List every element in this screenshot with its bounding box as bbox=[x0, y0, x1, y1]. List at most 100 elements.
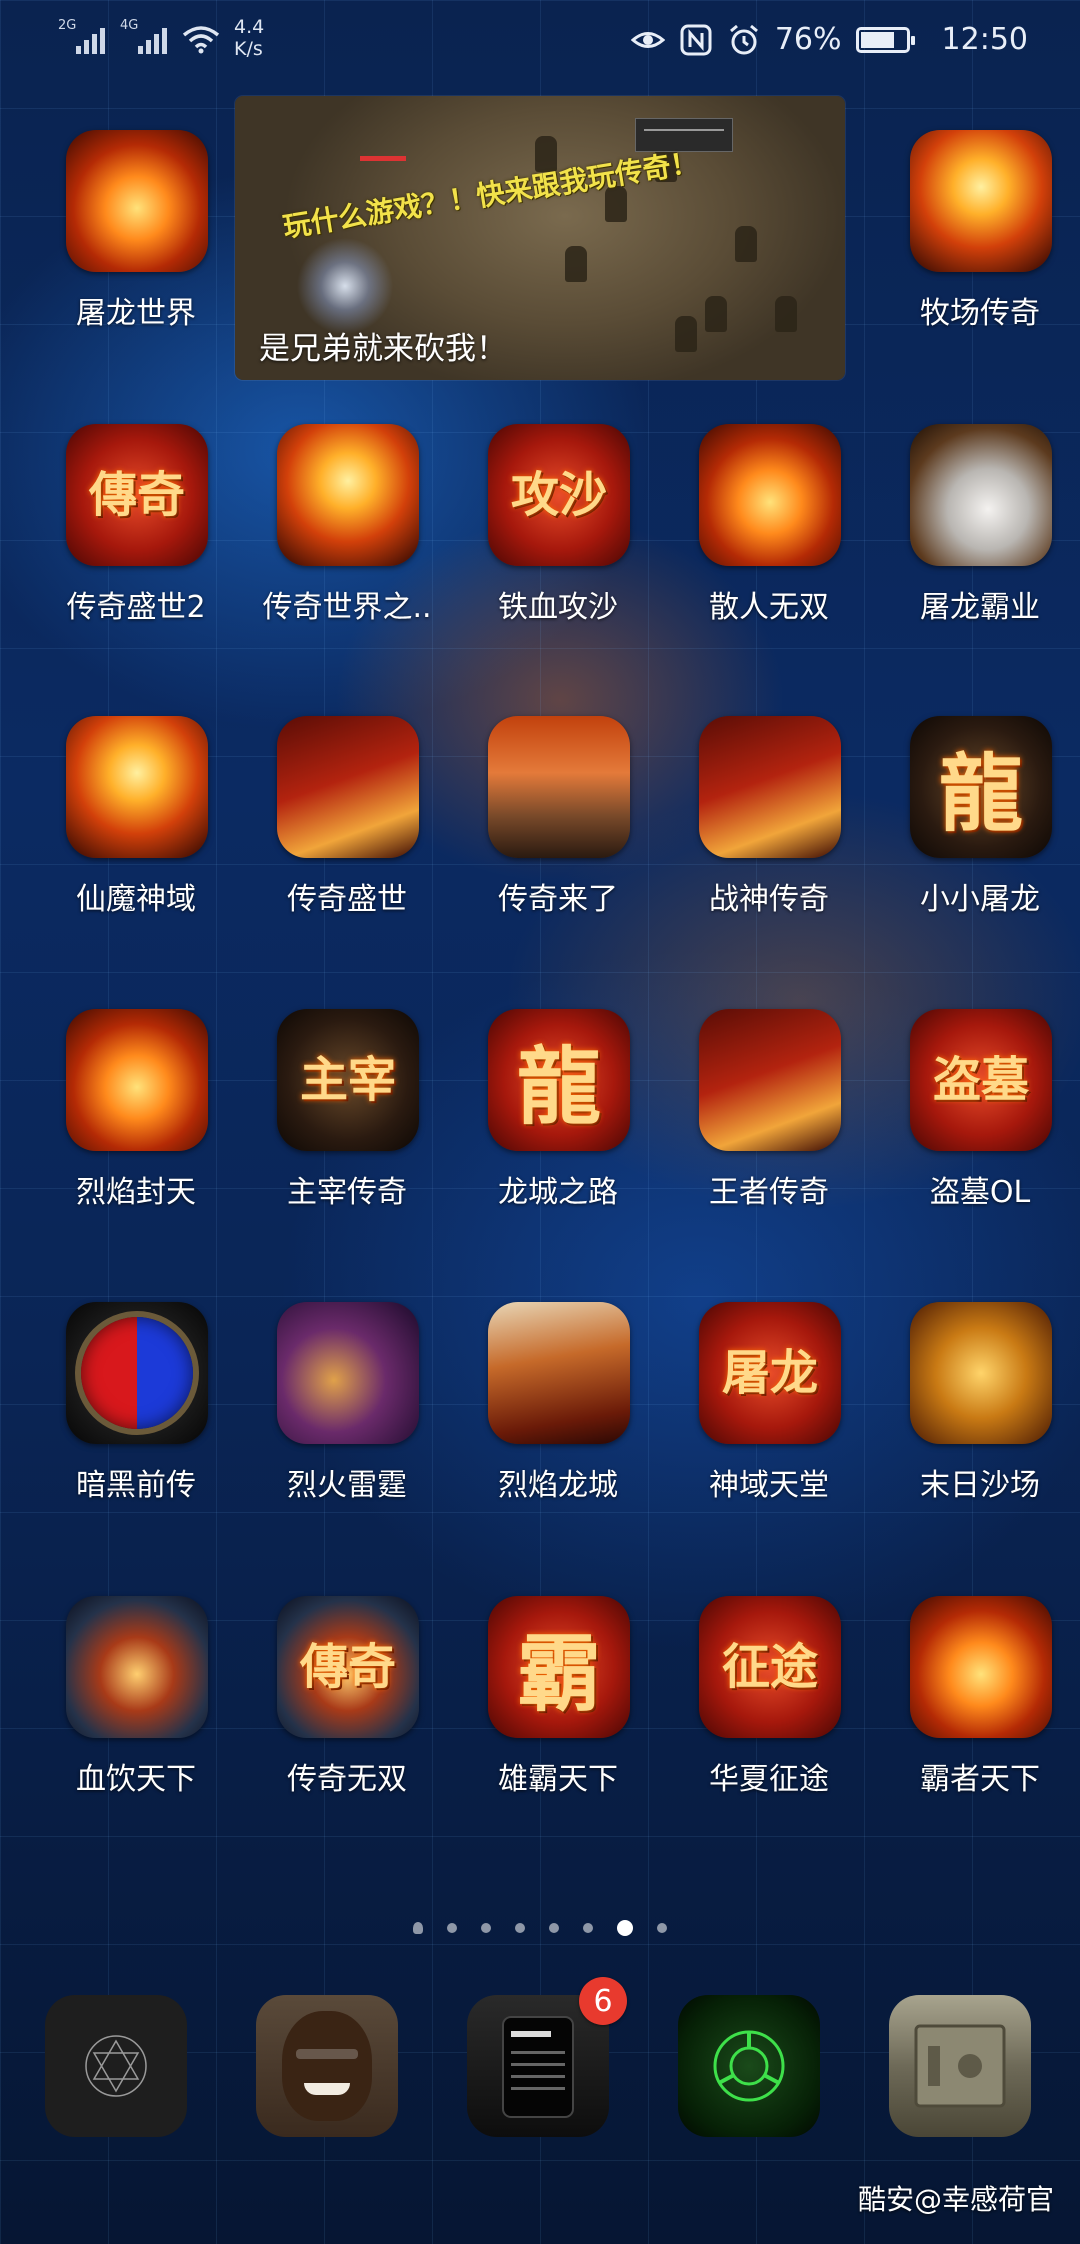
app-icon[interactable]: 霸者天下 bbox=[885, 1596, 1075, 1836]
app-icon-image: 主宰 bbox=[277, 1009, 419, 1151]
app-label: 牧场传奇 bbox=[920, 296, 1040, 331]
battery-icon bbox=[855, 26, 915, 53]
app-icon[interactable]: 末日沙场 bbox=[885, 1302, 1075, 1542]
page-dot[interactable] bbox=[617, 1920, 633, 1936]
app-icon-image: 征途 bbox=[699, 1596, 841, 1738]
app-icon[interactable]: 烈焰封天 bbox=[41, 1009, 231, 1249]
app-icon-image: 龍 bbox=[488, 1009, 630, 1151]
app-icon-image: 攻沙 bbox=[488, 424, 630, 566]
app-label: 龙城之路 bbox=[498, 1175, 618, 1210]
app-icon-image bbox=[66, 130, 208, 272]
app-icon[interactable]: 盗墓盗墓OL bbox=[885, 1009, 1075, 1249]
network-speed-unit: K/s bbox=[234, 38, 263, 60]
app-icon-image bbox=[277, 716, 419, 858]
app-icon-glyph: 龍 bbox=[516, 1036, 601, 1136]
app-icon[interactable]: 战神传奇 bbox=[674, 716, 864, 956]
app-icon[interactable]: 攻沙 铁血攻沙 bbox=[463, 424, 653, 664]
page-dot[interactable] bbox=[515, 1923, 525, 1933]
dock-app-4[interactable] bbox=[678, 1995, 820, 2137]
app-icon-image: 霸 bbox=[488, 1596, 630, 1738]
app-icon[interactable]: 主宰 主宰传奇 bbox=[252, 1009, 442, 1249]
app-icon-image: 盗墓 bbox=[910, 1009, 1052, 1151]
app-icon[interactable]: 傳奇 传奇无双 bbox=[252, 1596, 442, 1836]
app-label: 盗墓OL bbox=[929, 1175, 1031, 1210]
app-label: 屠龙霸业 bbox=[920, 590, 1040, 625]
app-label: 仙魔神域 bbox=[76, 882, 196, 917]
app-icon[interactable]: 龍龙城之路 bbox=[463, 1009, 653, 1249]
dock-app-5[interactable] bbox=[889, 1995, 1031, 2137]
app-label: 屠龙世界 bbox=[76, 296, 196, 331]
app-icon[interactable]: 仙魔神域 bbox=[41, 716, 231, 956]
game-ad-widget[interactable]: 玩什么游戏？！快来跟我玩传奇！ 是兄弟就来砍我！ bbox=[235, 96, 845, 380]
wifi-icon bbox=[182, 26, 220, 54]
app-icon[interactable]: 征途 华夏征途 bbox=[674, 1596, 864, 1836]
page-dot[interactable] bbox=[549, 1923, 559, 1933]
app-icon-image: 傳奇 bbox=[277, 1596, 419, 1738]
home-page-dot[interactable] bbox=[413, 1922, 423, 1934]
app-icon[interactable]: 传奇世界之.. bbox=[252, 424, 442, 664]
app-icon-image bbox=[66, 716, 208, 858]
app-icon-glyph: 龍 bbox=[938, 743, 1023, 843]
network-speed: 4.4 K/s bbox=[234, 16, 264, 60]
page-dot[interactable] bbox=[481, 1923, 491, 1933]
home-screen: 2G 4G 4.4 K/s 76% 12:50 玩什么游戏？！快来跟我玩传奇！ … bbox=[0, 0, 1080, 2244]
signal-strength-icon: 2G bbox=[58, 18, 110, 58]
app-icon-glyph: 傳奇 bbox=[88, 467, 185, 523]
network-speed-value: 4.4 bbox=[234, 16, 265, 38]
app-icon[interactable]: 屠龙霸业 bbox=[885, 424, 1075, 664]
dock-app-3[interactable]: 6 bbox=[467, 1977, 627, 2137]
app-icon[interactable]: 传奇盛世 bbox=[252, 716, 442, 956]
app-label: 铁血攻沙 bbox=[498, 590, 618, 625]
app-icon-image bbox=[66, 1302, 208, 1444]
app-icon-glyph: 盗墓 bbox=[932, 1052, 1029, 1108]
app-label: 王者传奇 bbox=[709, 1175, 829, 1210]
network-type-label: 2G bbox=[58, 18, 77, 33]
dock-app-2[interactable] bbox=[256, 1995, 398, 2137]
app-icon[interactable]: 烈火雷霆 bbox=[252, 1302, 442, 1542]
page-dot[interactable] bbox=[583, 1923, 593, 1933]
app-icon-glyph: 傳奇 bbox=[299, 1639, 396, 1695]
battery-percent: 76% bbox=[774, 22, 842, 57]
app-label: 主宰传奇 bbox=[287, 1175, 407, 1210]
app-icon-image bbox=[66, 1596, 208, 1738]
dock-app-1[interactable] bbox=[45, 1995, 187, 2137]
app-icon-glyph: 主宰 bbox=[299, 1052, 396, 1108]
app-label: 血饮天下 bbox=[76, 1762, 196, 1797]
battery-level-fill bbox=[860, 31, 894, 48]
app-icon[interactable]: 传奇来了 bbox=[463, 716, 653, 956]
app-icon-glyph: 霸 bbox=[516, 1623, 601, 1723]
app-label: 战神传奇 bbox=[709, 882, 829, 917]
app-label: 烈焰龙城 bbox=[498, 1468, 618, 1503]
watermark: 酷安@幸感荷官 bbox=[857, 2183, 1054, 2216]
alarm-icon bbox=[729, 24, 758, 54]
app-icon-image bbox=[488, 716, 630, 858]
app-label: 传奇盛世2 bbox=[66, 590, 206, 625]
page-dot[interactable] bbox=[657, 1923, 667, 1933]
app-icon[interactable]: 龍小小屠龙 bbox=[885, 716, 1075, 956]
app-icon[interactable]: 傳奇传奇盛世2 bbox=[41, 424, 231, 664]
page-dot[interactable] bbox=[447, 1923, 457, 1933]
app-icon-image bbox=[488, 1302, 630, 1444]
app-label: 末日沙场 bbox=[920, 1468, 1040, 1503]
status-bar: 2G 4G 4.4 K/s 76% 12:50 bbox=[0, 0, 1080, 80]
app-icon[interactable]: 王者传奇 bbox=[674, 1009, 864, 1249]
app-label: 暗黑前传 bbox=[76, 1468, 196, 1503]
app-icon[interactable]: 屠龙世界 bbox=[41, 130, 231, 370]
app-icon[interactable]: 暗黑前传 bbox=[41, 1302, 231, 1542]
hp-bar bbox=[360, 156, 406, 161]
app-label: 烈焰封天 bbox=[76, 1175, 196, 1210]
portrait-icon bbox=[282, 2011, 372, 2121]
app-icon[interactable]: 屠龙 神域天堂 bbox=[674, 1302, 864, 1542]
scp-emblem-icon bbox=[713, 2030, 785, 2102]
app-icon[interactable]: 牧场传奇 bbox=[885, 130, 1075, 370]
app-icon[interactable]: 烈焰龙城 bbox=[463, 1302, 653, 1542]
page-indicator[interactable] bbox=[0, 1920, 1080, 1936]
app-label: 霸者天下 bbox=[920, 1762, 1040, 1797]
app-icon-image: 龍 bbox=[910, 716, 1052, 858]
nfc-icon bbox=[680, 24, 712, 55]
app-icon-glyph: 攻沙 bbox=[510, 467, 607, 523]
app-icon[interactable]: 霸雄霸天下 bbox=[463, 1596, 653, 1836]
app-icon-image bbox=[910, 424, 1052, 566]
app-icon[interactable]: 散人无双 bbox=[674, 424, 864, 664]
app-icon[interactable]: 血饮天下 bbox=[41, 1596, 231, 1836]
